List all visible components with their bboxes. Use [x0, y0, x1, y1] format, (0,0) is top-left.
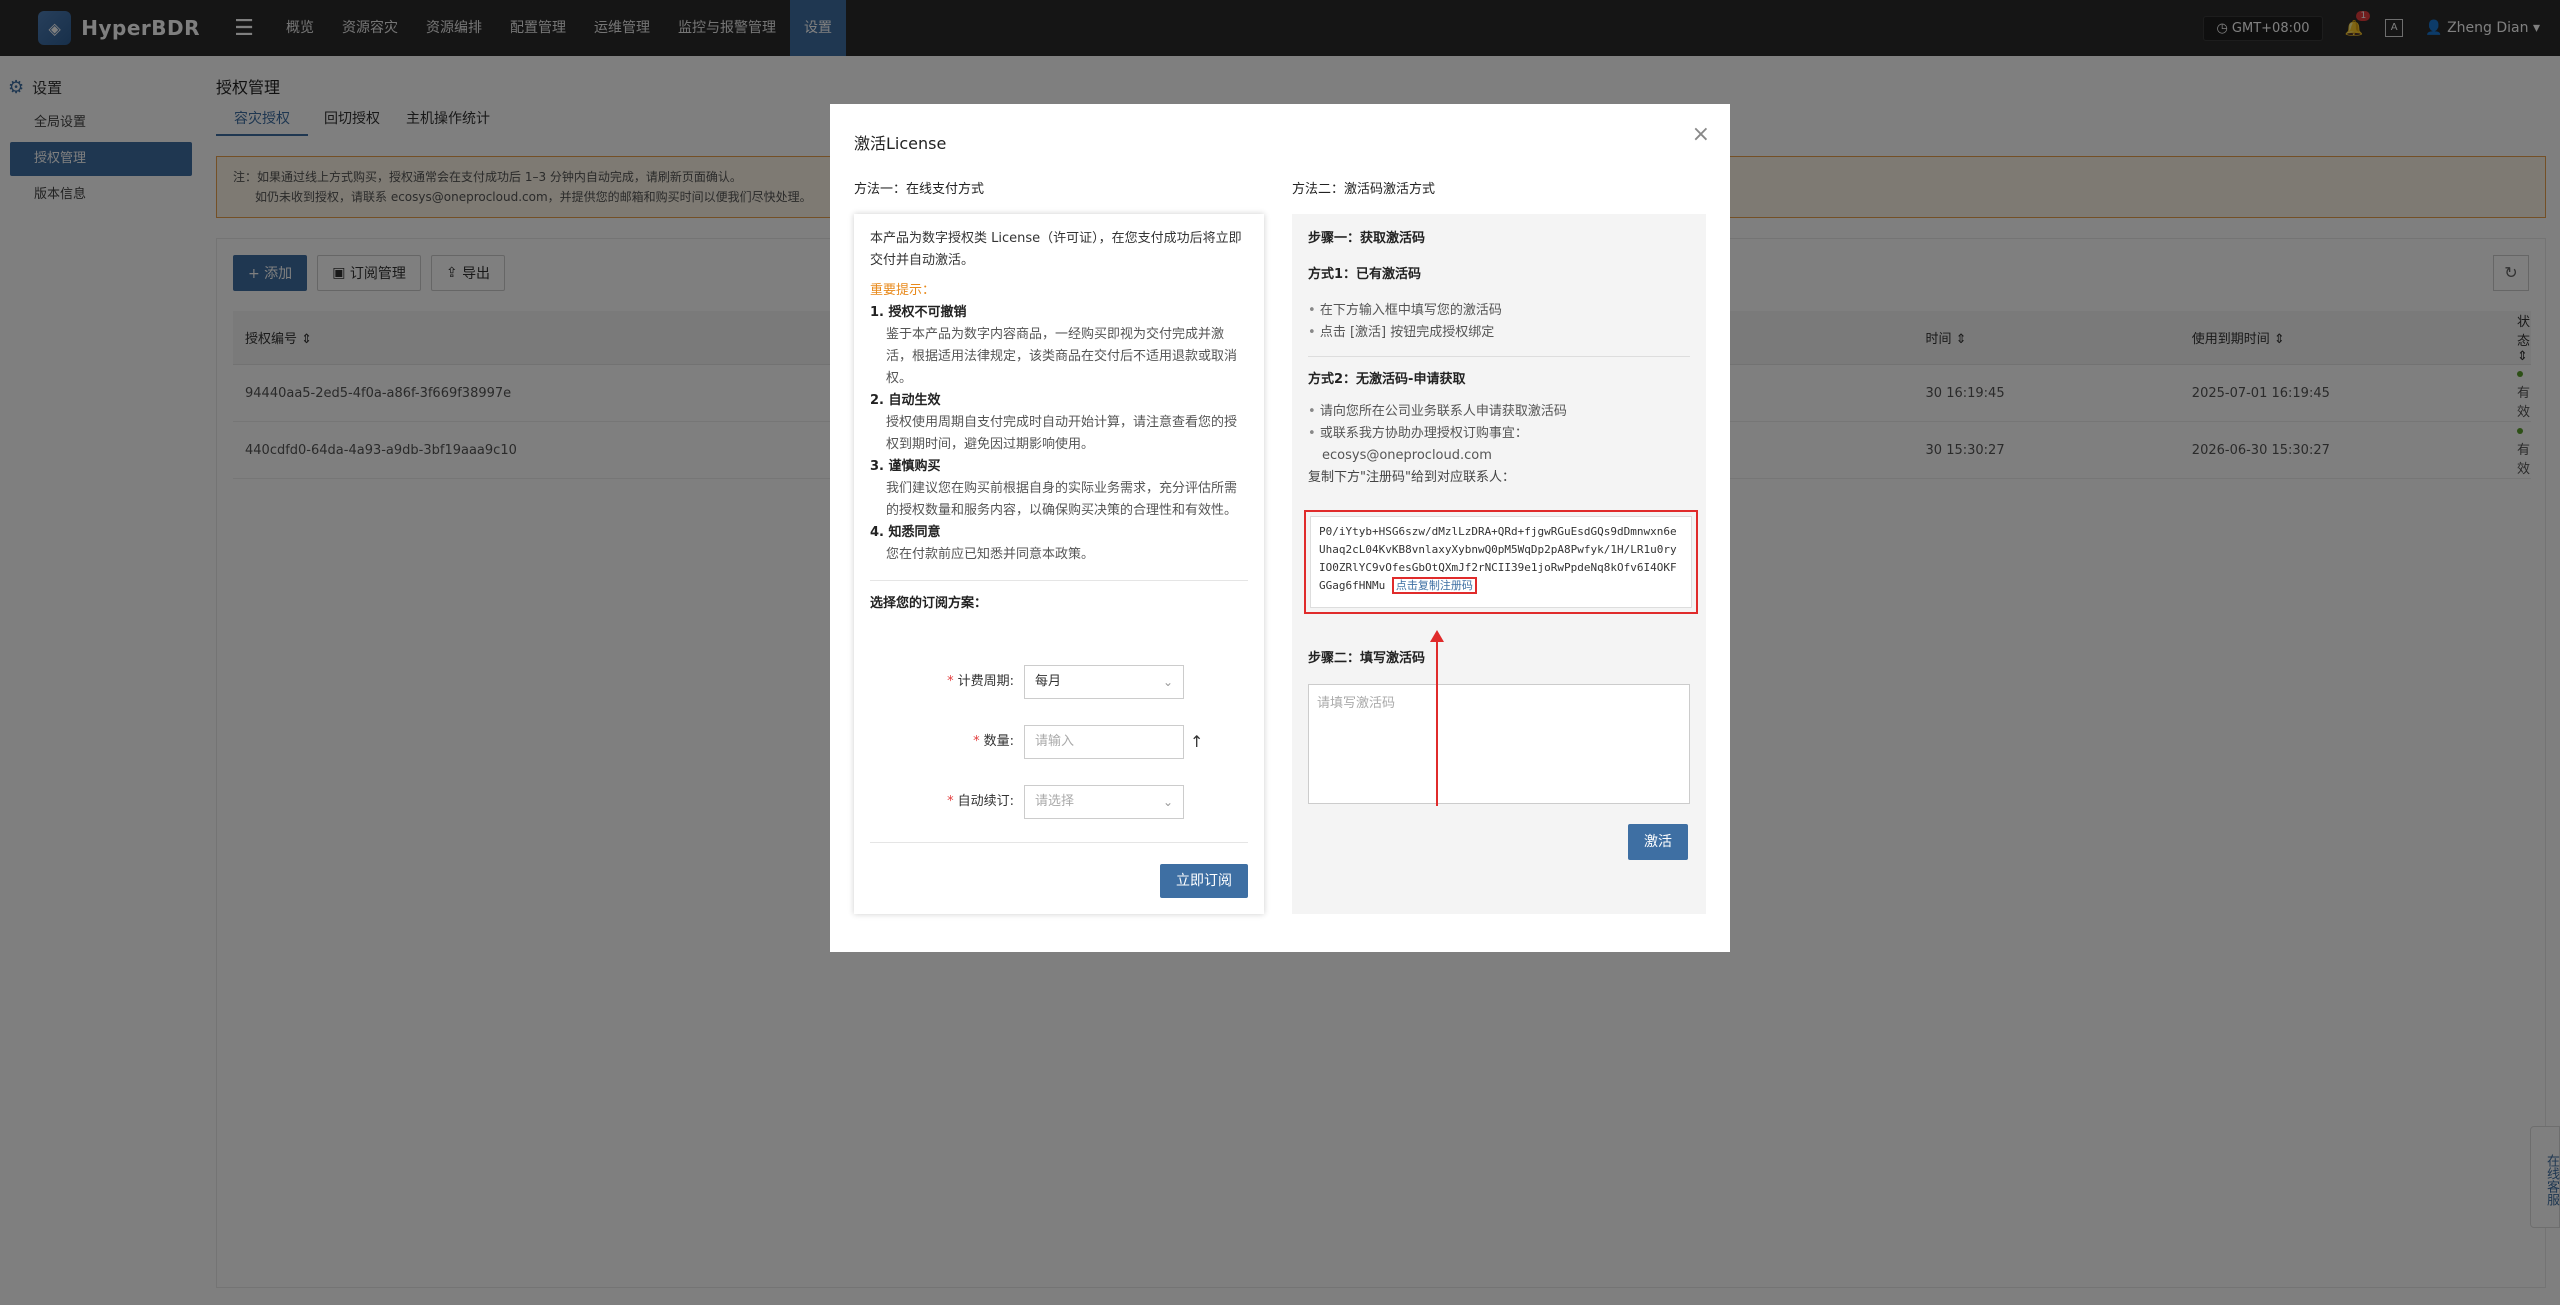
billing-cycle-select[interactable]: 每月 ⌄	[1024, 665, 1184, 699]
step1-title: 步骤一：获取激活码	[1308, 231, 1426, 246]
copy-registration-code-link[interactable]: 点击复制注册码	[1391, 577, 1477, 594]
activation-code-panel: 步骤一：获取激活码 方式1：已有激活码 在下方输入框中填写您的激活码 点击 [激…	[1292, 214, 1706, 914]
quantity-label: * 数量:	[973, 734, 1014, 749]
payment-intro: 本产品为数字授权类 License（许可证），在您支付成功后将立即交付并自动激活…	[870, 231, 1242, 268]
divider	[870, 580, 1248, 581]
way2-item: 请向您所在公司业务联系人申请获取激活码	[1308, 401, 1690, 423]
quantity-row: * 数量: 请输入 ↑	[854, 724, 1264, 760]
way1-item: 点击 [激活] 按钮完成授权绑定	[1308, 322, 1690, 344]
point-heading: 3. 谨慎购买	[870, 459, 941, 474]
divider	[870, 842, 1248, 843]
point-text: 授权使用周期自支付完成时自动开始计算，请注意查看您的授权到期时间，避免因过期影响…	[886, 415, 1238, 452]
arrow-up-icon[interactable]: ↑	[1190, 731, 1203, 753]
step2-title: 步骤二：填写激活码	[1308, 651, 1426, 666]
billing-cycle-value: 每月	[1035, 674, 1062, 689]
auto-renew-label: * 自动续订:	[947, 794, 1014, 809]
activation-code-placeholder: 请填写激活码	[1317, 696, 1396, 711]
point-text: 鉴于本产品为数字内容商品，一经购买即视为交付完成并激活，根据适用法律规定，该类商…	[886, 327, 1238, 386]
plan-title: 选择您的订阅方案：	[870, 596, 988, 611]
point-heading: 4. 知悉同意	[870, 525, 941, 540]
modal-title: 激活License	[854, 134, 947, 153]
method2-label: 方法二：激活码激活方式	[1292, 182, 1436, 197]
activation-code-input[interactable]: 请填写激活码	[1308, 684, 1690, 804]
auto-renew-placeholder: 请选择	[1035, 794, 1075, 809]
online-payment-panel: 本产品为数字授权类 License（许可证），在您支付成功后将立即交付并自动激活…	[854, 214, 1264, 914]
divider	[1308, 356, 1690, 357]
auto-renew-row: * 自动续订: 请选择 ⌄	[854, 784, 1264, 820]
chevron-down-icon: ⌄	[1162, 675, 1173, 689]
billing-cycle-label: * 计费周期:	[947, 674, 1014, 689]
way1-item: 在下方输入框中填写您的激活码	[1308, 300, 1690, 322]
way1-title: 方式1：已有激活码	[1308, 267, 1422, 282]
important-notice-label: 重要提示：	[870, 283, 936, 298]
quantity-placeholder: 请输入	[1035, 734, 1075, 749]
close-icon[interactable]: ×	[1692, 122, 1710, 147]
method1-label: 方法一：在线支付方式	[854, 182, 985, 197]
auto-renew-select[interactable]: 请选择 ⌄	[1024, 785, 1184, 819]
annotation-arrow	[1436, 640, 1438, 806]
point-text: 我们建议您在购买前根据自身的实际业务需求，充分评估所需的授权数量和服务内容，以确…	[886, 481, 1238, 518]
registration-code: P0/iYtyb+HSG6szw/dMzlLzDRA+QRd+fjgwRGuEs…	[1310, 516, 1692, 608]
point-heading: 1. 授权不可撤销	[870, 305, 967, 320]
subscribe-button[interactable]: 立即订阅	[1160, 864, 1248, 898]
registration-code-box: P0/iYtyb+HSG6szw/dMzlLzDRA+QRd+fjgwRGuEs…	[1304, 510, 1698, 614]
billing-cycle-row: * 计费周期: 每月 ⌄	[854, 664, 1264, 700]
way2-title: 方式2：无激活码-申请获取	[1308, 372, 1466, 387]
way2-item: 或联系我方协助办理授权订购事宜：	[1308, 423, 1690, 445]
activate-license-modal: 激活License × 方法一：在线支付方式 方法二：激活码激活方式 本产品为数…	[830, 104, 1730, 952]
chevron-down-icon: ⌄	[1162, 795, 1173, 809]
quantity-input[interactable]: 请输入	[1024, 725, 1184, 759]
copy-hint: 复制下方"注册码"给到对应联系人：	[1308, 470, 1515, 485]
point-heading: 2. 自动生效	[870, 393, 941, 408]
registration-code-text: P0/iYtyb+HSG6szw/dMzlLzDRA+QRd+fjgwRGuEs…	[1319, 525, 1677, 592]
contact-email: ecosys@oneprocloud.com	[1322, 448, 1492, 463]
activate-button[interactable]: 激活	[1628, 824, 1688, 860]
point-text: 您在付款前应已知悉并同意本政策。	[886, 547, 1095, 562]
